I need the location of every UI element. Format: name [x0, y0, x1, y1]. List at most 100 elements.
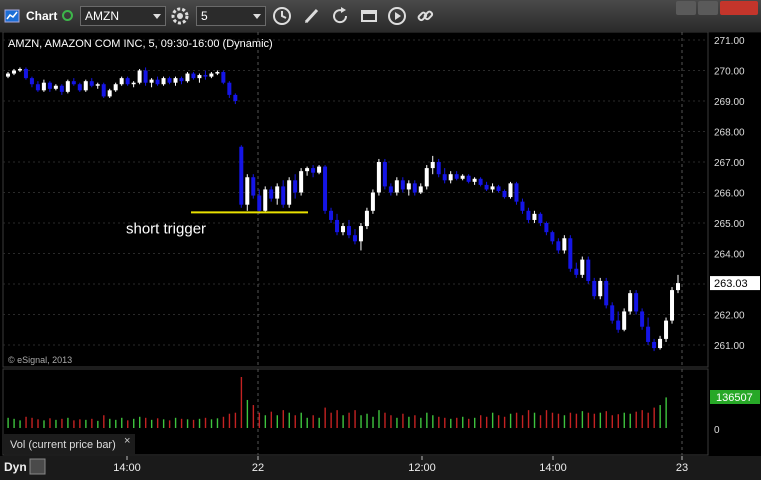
candle-body [89, 81, 94, 86]
volume-bar [396, 417, 398, 428]
candle-body [556, 241, 561, 251]
candle-body [418, 186, 423, 193]
candle-body [640, 311, 645, 327]
zoom-icon[interactable] [29, 458, 46, 475]
volume-bar [330, 412, 332, 428]
connection-status-icon [62, 10, 73, 21]
volume-bar [168, 420, 171, 428]
volume-bar [527, 410, 530, 428]
candle [586, 256, 591, 284]
link-icon[interactable] [414, 5, 436, 27]
candle-body [287, 180, 292, 205]
volume-bar [629, 413, 631, 428]
price-tick: 264.00 [714, 250, 745, 261]
close-volume-icon[interactable]: × [124, 435, 130, 447]
candle-body [131, 82, 136, 85]
volume-bar [551, 412, 554, 428]
candle [251, 174, 256, 199]
candle [508, 181, 513, 199]
candle-body [329, 210, 334, 220]
volume-bar [348, 412, 350, 428]
candle-body [442, 174, 447, 181]
volume-bar [665, 397, 667, 428]
refresh-icon[interactable] [329, 5, 351, 27]
maximize-button[interactable] [698, 1, 718, 15]
volume-bar [85, 419, 87, 428]
settings-gear-icon[interactable] [169, 5, 191, 27]
volume-bar [390, 415, 392, 428]
volume-bar [503, 416, 506, 428]
volume-bar [276, 415, 278, 428]
volume-bar [521, 415, 524, 428]
volume-bar [611, 415, 613, 428]
volume-bar [318, 417, 320, 428]
candle-body [670, 290, 675, 321]
candle-body [65, 81, 70, 92]
candle-body [466, 175, 471, 182]
candle-body [478, 178, 483, 185]
volume-bar [246, 399, 249, 428]
candle [628, 290, 633, 315]
volume-bar [336, 410, 338, 428]
volume-bar [587, 412, 590, 428]
candle-body [502, 190, 507, 198]
volume-bar [432, 415, 434, 428]
candle-body [179, 78, 184, 82]
candle [23, 67, 28, 80]
candle-body [652, 341, 657, 349]
price-tick: 271.00 [714, 36, 745, 47]
candle [580, 256, 585, 278]
price-tick: 267.00 [714, 158, 745, 169]
dyn-label[interactable]: Dyn [4, 460, 27, 474]
volume-bar [312, 415, 314, 428]
candle-body [550, 232, 555, 242]
candle-body [203, 75, 208, 77]
volume-bar [294, 415, 296, 428]
candle-body [233, 94, 238, 101]
volume-bar [641, 410, 643, 428]
calendar-icon[interactable] [358, 5, 380, 27]
candle-body [275, 186, 280, 199]
candle-body [155, 79, 160, 85]
trigger-annotation: short trigger [126, 220, 206, 237]
volume-bar [79, 419, 81, 428]
candle [424, 165, 429, 190]
toolbar: Chart AMZN 5 [0, 0, 761, 33]
close-button[interactable] [720, 1, 758, 15]
last-price-label: 263.03 [714, 278, 748, 290]
volume-bar [509, 413, 512, 428]
candle [610, 302, 615, 324]
volume-bar [31, 417, 33, 428]
candle-body [281, 186, 286, 205]
candle-body [335, 219, 340, 233]
volume-bar [378, 410, 380, 428]
candle-body [424, 168, 429, 187]
volume-bar [426, 412, 428, 428]
clock-icon[interactable] [271, 5, 293, 27]
volume-bar [456, 417, 458, 428]
candle-body [71, 81, 76, 85]
volume-bar [186, 419, 189, 428]
minimize-button[interactable] [676, 1, 696, 15]
price-tick: 266.00 [714, 189, 745, 200]
candle-body [83, 81, 88, 91]
play-icon[interactable] [386, 5, 408, 27]
symbol-value: AMZN [85, 9, 119, 23]
volume-bar [462, 416, 464, 428]
candle-body [460, 175, 465, 179]
candle [364, 207, 369, 230]
interval-input[interactable]: 5 [196, 6, 266, 26]
candle-body [496, 186, 501, 191]
candle [670, 287, 675, 324]
chevron-down-icon[interactable] [253, 14, 261, 19]
candle-body [634, 293, 639, 312]
candle-body [11, 70, 16, 74]
candle-body [376, 162, 381, 193]
x-tick-label: 12:00 [408, 462, 436, 474]
pencil-icon[interactable] [301, 5, 323, 27]
symbol-input[interactable]: AMZN [80, 6, 166, 26]
candle-body [490, 186, 495, 190]
chevron-down-icon[interactable] [153, 14, 161, 19]
candle-body [107, 90, 112, 97]
candle-body [676, 283, 680, 291]
